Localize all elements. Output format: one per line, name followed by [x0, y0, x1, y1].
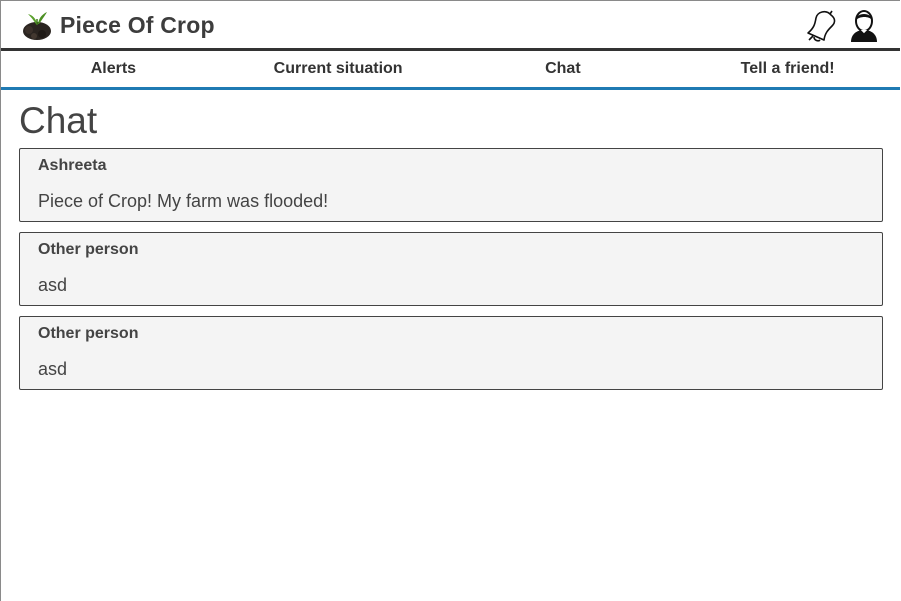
bell-icon[interactable]: [804, 9, 836, 43]
message-text: asd: [38, 275, 68, 295]
main-nav: Alerts Current situation Chat Tell a fri…: [1, 51, 900, 90]
chat-message: Ashreeta Piece of Crop! My farm was floo…: [19, 148, 883, 222]
nav-tab-alerts[interactable]: Alerts: [1, 51, 226, 87]
chat-message-list: Ashreeta Piece of Crop! My farm was floo…: [19, 148, 883, 390]
chat-message: Other person asd: [19, 232, 883, 306]
nav-tab-current-situation[interactable]: Current situation: [226, 51, 451, 87]
message-text: Piece of Crop! My farm was flooded!: [38, 191, 329, 211]
logo-plant-icon: [23, 12, 51, 40]
nav-tab-tell-a-friend[interactable]: Tell a friend!: [675, 51, 900, 87]
message-author: Other person: [38, 325, 139, 342]
message-author: Ashreeta: [38, 157, 107, 174]
message-author: Other person: [38, 241, 139, 258]
app-brand-title[interactable]: Piece Of Crop: [60, 12, 215, 39]
page-title: Chat: [19, 100, 98, 141]
app-header: Piece Of Crop: [1, 1, 900, 51]
chat-message: Other person asd: [19, 316, 883, 390]
message-text: asd: [38, 359, 68, 379]
header-actions: [804, 9, 880, 43]
app-window: Piece Of Crop Alerts Current situation C…: [0, 0, 900, 601]
nav-tab-chat[interactable]: Chat: [451, 51, 676, 87]
user-icon[interactable]: [848, 9, 880, 43]
